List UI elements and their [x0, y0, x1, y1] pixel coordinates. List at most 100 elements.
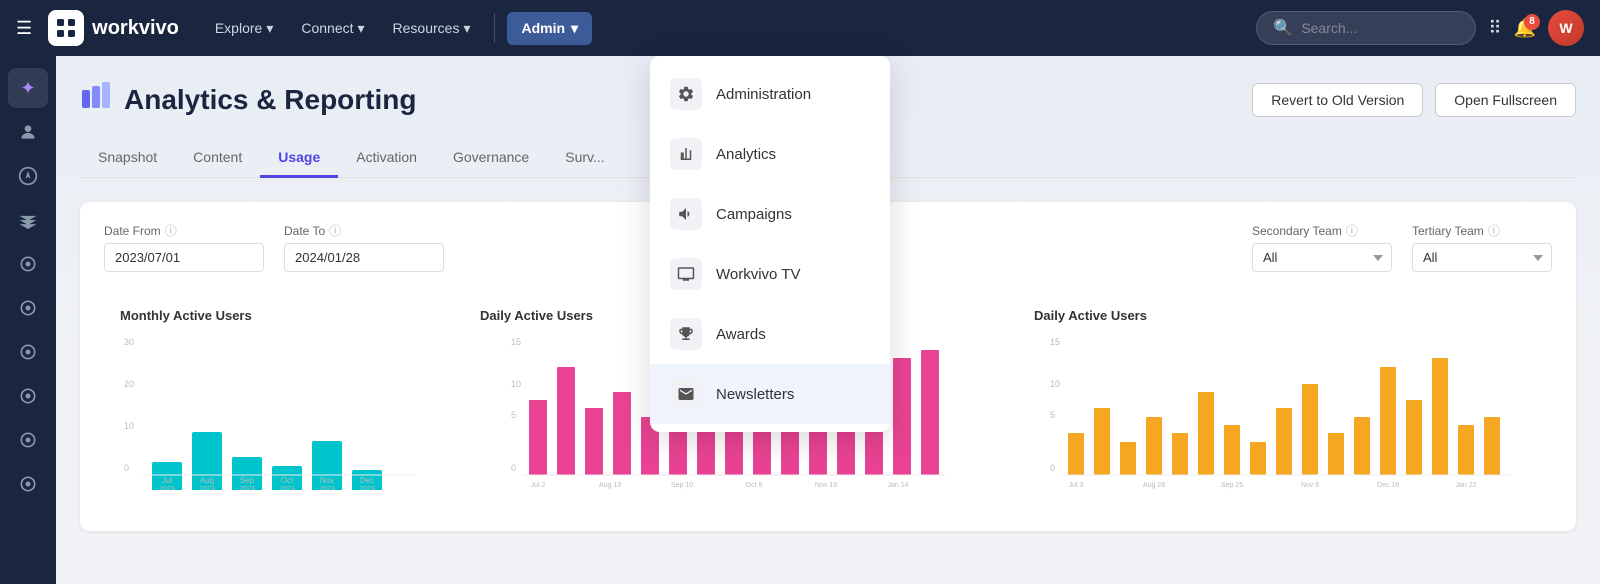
tab-content[interactable]: Content	[175, 139, 260, 178]
tab-snapshot[interactable]: Snapshot	[80, 139, 175, 178]
bar-o16	[1458, 425, 1474, 475]
fullscreen-button[interactable]: Open Fullscreen	[1435, 83, 1576, 117]
bar-o13	[1380, 367, 1396, 475]
bar-o17	[1484, 417, 1500, 475]
administration-label: Administration	[716, 86, 811, 103]
svg-text:Jul: Jul	[162, 476, 172, 485]
header-actions: Revert to Old Version Open Fullscreen	[1252, 83, 1576, 117]
grid-icon[interactable]: ⠿	[1488, 18, 1501, 39]
top-navigation: ☰ workvivo Explore ▾ Connect ▾ Resources…	[0, 0, 1600, 56]
sidebar-item-a5[interactable]	[8, 420, 48, 460]
sidebar-item-spark[interactable]: ✦	[8, 68, 48, 108]
sidebar-item-a4[interactable]	[8, 376, 48, 416]
bar-p3	[585, 408, 603, 475]
svg-text:Jul 2: Jul 2	[531, 482, 546, 489]
sidebar-item-a1[interactable]	[8, 244, 48, 284]
sidebar-item-explore[interactable]	[8, 156, 48, 196]
tertiary-team-select[interactable]: All	[1412, 243, 1552, 272]
campaigns-label: Campaigns	[716, 206, 792, 223]
svg-text:Sep: Sep	[240, 476, 255, 485]
admin-nav[interactable]: Admin ▾	[507, 12, 592, 45]
tertiary-team-info-icon: ⓘ	[1488, 222, 1500, 239]
resources-nav[interactable]: Resources ▾	[381, 12, 483, 45]
bar-o6	[1198, 392, 1214, 475]
logo-text: workvivo	[92, 17, 179, 40]
secondary-team-group: Secondary Team ⓘ All	[1252, 222, 1392, 272]
bar-o9	[1276, 408, 1292, 475]
dropdown-item-awards[interactable]: Awards	[650, 304, 890, 364]
svg-text:2023: 2023	[319, 486, 335, 490]
resources-chevron: ▾	[463, 20, 470, 37]
connect-chevron: ▾	[358, 20, 365, 37]
explore-nav[interactable]: Explore ▾	[203, 12, 286, 45]
bar-o15	[1432, 358, 1448, 475]
dropdown-item-campaigns[interactable]: Campaigns	[650, 184, 890, 244]
date-from-input[interactable]	[104, 243, 264, 272]
svg-text:2023: 2023	[159, 486, 175, 490]
bar-p14	[893, 358, 911, 475]
notification-badge: 8	[1524, 14, 1540, 30]
date-to-group: Date To ⓘ	[284, 222, 444, 272]
logo-icon	[48, 10, 84, 46]
administration-icon	[670, 78, 702, 110]
date-from-label: Date From ⓘ	[104, 222, 264, 239]
analytics-label: Analytics	[716, 146, 776, 163]
svg-text:Aug 28: Aug 28	[1143, 482, 1165, 489]
page-title-area: Analytics & Reporting	[80, 80, 416, 119]
page-title: Analytics & Reporting	[124, 84, 416, 116]
sidebar-item-profile[interactable]	[8, 112, 48, 152]
daily-orange-svg: 15 10 5 0	[1034, 335, 1536, 490]
dropdown-item-analytics[interactable]: Analytics	[650, 124, 890, 184]
dropdown-item-newsletters[interactable]: Newsletters	[650, 364, 890, 424]
sidebar-item-a6[interactable]	[8, 464, 48, 504]
workvivo-tv-icon	[670, 258, 702, 290]
secondary-team-select[interactable]: All	[1252, 243, 1392, 272]
dropdown-item-workvivo-tv[interactable]: Workvivo TV	[650, 244, 890, 304]
bar-p8	[725, 425, 743, 475]
sidebar-item-layers[interactable]	[8, 200, 48, 240]
date-to-input[interactable]	[284, 243, 444, 272]
sidebar-item-a3[interactable]	[8, 332, 48, 372]
dropdown-item-administration[interactable]: Administration	[650, 64, 890, 124]
tab-usage[interactable]: Usage	[260, 139, 338, 178]
monthly-chart-svg: 30 20 10 0 Jul 2023 Aug 202	[120, 335, 428, 490]
svg-text:10: 10	[124, 421, 134, 431]
avatar[interactable]: W	[1548, 10, 1584, 46]
tab-activation[interactable]: Activation	[338, 139, 435, 178]
workvivo-tv-label: Workvivo TV	[716, 266, 800, 283]
svg-text:15: 15	[511, 337, 521, 347]
admin-dropdown: Administration Analytics Campaigns Workv…	[650, 56, 890, 432]
notification-bell[interactable]: 🔔 8	[1514, 18, 1536, 39]
sidebar-item-a2[interactable]	[8, 288, 48, 328]
newsletters-label: Newsletters	[716, 386, 794, 403]
hamburger-menu[interactable]: ☰	[16, 18, 32, 39]
awards-icon	[670, 318, 702, 350]
revert-button[interactable]: Revert to Old Version	[1252, 83, 1423, 117]
svg-text:10: 10	[1050, 379, 1060, 389]
daily-active-orange-chart: Daily Active Users 15 10 5 0	[1018, 292, 1552, 511]
svg-text:0: 0	[124, 463, 129, 473]
tab-governance[interactable]: Governance	[435, 139, 547, 178]
bar-o14	[1406, 400, 1422, 475]
logo[interactable]: workvivo	[48, 10, 179, 46]
secondary-team-label: Secondary Team ⓘ	[1252, 222, 1392, 239]
bar-o4	[1146, 417, 1162, 475]
svg-text:15: 15	[1050, 337, 1060, 347]
bar-o5	[1172, 433, 1188, 475]
svg-text:5: 5	[511, 410, 516, 420]
nav-divider	[494, 13, 495, 43]
page-icon	[80, 80, 112, 119]
tab-surveys[interactable]: Surv...	[547, 139, 622, 178]
connect-nav[interactable]: Connect ▾	[289, 12, 376, 45]
bar-p15	[921, 350, 939, 475]
search-box[interactable]: 🔍	[1256, 11, 1476, 45]
svg-text:Sep 25: Sep 25	[1221, 482, 1243, 489]
campaigns-icon	[670, 198, 702, 230]
bar-o10	[1302, 384, 1318, 475]
svg-text:2023: 2023	[279, 486, 295, 490]
search-input[interactable]	[1301, 20, 1459, 36]
svg-text:5: 5	[1050, 410, 1055, 420]
admin-chevron: ▾	[571, 20, 578, 37]
nav-links: Explore ▾ Connect ▾ Resources ▾ Admin ▾	[203, 12, 592, 45]
bar-p4	[613, 392, 631, 475]
